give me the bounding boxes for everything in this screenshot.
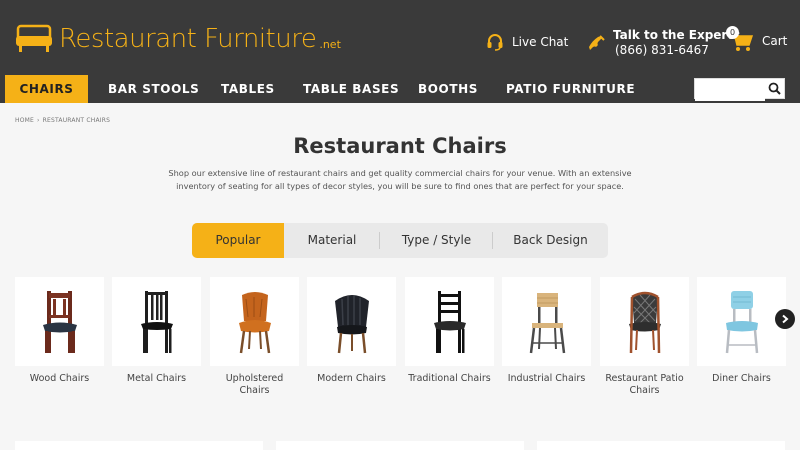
category-label: Upholstered Chairs xyxy=(225,373,284,396)
nav-item-booths[interactable]: BOOTHS xyxy=(418,75,478,103)
phone-icon xyxy=(589,35,605,50)
category-label: Metal Chairs xyxy=(126,373,187,384)
experts-phone[interactable]: (866) 831-6467 xyxy=(615,43,740,58)
category-card-wood-chairs[interactable]: Wood Chairs xyxy=(15,277,104,385)
wood-chair-image xyxy=(15,277,104,366)
category-card-restaurant-patio-chairs[interactable]: Restaurant Patio Chairs xyxy=(600,277,689,397)
category-card-traditional-chairs[interactable]: Traditional Chairs xyxy=(405,277,494,385)
search-input[interactable] xyxy=(695,82,765,101)
category-card-upholstered-chairs[interactable]: Upholstered Chairs xyxy=(210,277,299,397)
experts-label: Talk to the Experts xyxy=(613,28,741,42)
category-label: Diner Chairs xyxy=(712,373,771,384)
metal-chair-image xyxy=(112,277,201,366)
category-label: Traditional Chairs xyxy=(408,373,491,384)
nav-item-bar-stools[interactable]: BAR STOOLS xyxy=(108,75,199,103)
chevron-right-icon xyxy=(782,314,789,324)
live-chat-label: Live Chat xyxy=(512,35,569,49)
nav-item-tables[interactable]: TABLES xyxy=(221,75,275,103)
main-nav: CHAIRS BAR STOOLS TABLES TABLE BASES BOO… xyxy=(0,75,800,103)
category-label: Restaurant Patio Chairs xyxy=(605,373,684,396)
cart-label: Cart xyxy=(762,34,788,48)
logo-suffix: .net xyxy=(319,37,341,51)
breadcrumb-home[interactable]: HOME xyxy=(15,117,34,124)
logo-text: Restaurant Furniture xyxy=(59,24,317,54)
diner-chair-image xyxy=(697,277,786,366)
booth-logo-icon xyxy=(16,24,52,52)
industrial-chair-image xyxy=(502,277,591,366)
page-intro: Shop our extensive line of restaurant ch… xyxy=(168,168,632,191)
breadcrumb-separator: › xyxy=(37,117,40,124)
site-logo[interactable]: Restaurant Furniture .net xyxy=(15,24,341,54)
nav-item-table-bases[interactable]: TABLE BASES xyxy=(303,75,399,103)
filter-tabs: Popular Material Type / Style Back Desig… xyxy=(192,223,608,258)
category-label: Industrial Chairs xyxy=(507,373,586,384)
carousel-next-button[interactable] xyxy=(775,309,795,329)
cart-count-badge: 0 xyxy=(726,26,739,39)
search-icon[interactable] xyxy=(768,82,781,95)
featured-card[interactable] xyxy=(276,441,524,450)
nav-item-chairs[interactable]: CHAIRS xyxy=(5,75,88,103)
featured-card[interactable] xyxy=(15,441,263,450)
tab-popular-label: Popular xyxy=(215,233,261,247)
tab-type-style-label: Type / Style xyxy=(401,233,472,247)
breadcrumb: HOME › RESTAURANT CHAIRS xyxy=(15,117,113,124)
category-card-modern-chairs[interactable]: Modern Chairs xyxy=(307,277,396,385)
tab-back-design-label: Back Design xyxy=(513,233,588,247)
tab-type-style[interactable]: Type / Style xyxy=(380,223,493,258)
patio-chair-image xyxy=(600,277,689,366)
live-chat-link[interactable]: Live Chat xyxy=(486,33,568,51)
featured-card[interactable] xyxy=(537,441,785,450)
category-label: Wood Chairs xyxy=(29,373,90,384)
page-title: Restaurant Chairs xyxy=(293,134,507,158)
headset-icon xyxy=(487,34,503,51)
tab-material[interactable]: Material xyxy=(284,223,380,258)
tab-material-label: Material xyxy=(307,233,357,247)
search-box xyxy=(694,78,785,101)
category-card-industrial-chairs[interactable]: Industrial Chairs xyxy=(502,277,591,385)
talk-to-experts[interactable]: Talk to the Experts (866) 831-6467 xyxy=(587,28,740,58)
cart-link[interactable]: 0 Cart xyxy=(726,26,788,52)
category-label: Modern Chairs xyxy=(317,373,386,384)
nav-item-patio-furniture[interactable]: PATIO FURNITURE xyxy=(506,75,635,103)
category-card-diner-chairs[interactable]: Diner Chairs xyxy=(697,277,786,385)
upholstered-chair-image xyxy=(210,277,299,366)
tab-popular[interactable]: Popular xyxy=(192,223,284,258)
site-header: Restaurant Furniture .net Live Chat Talk… xyxy=(0,0,800,75)
traditional-chair-image xyxy=(405,277,494,366)
tab-back-design[interactable]: Back Design xyxy=(493,223,608,258)
breadcrumb-current: RESTAURANT CHAIRS xyxy=(42,117,111,124)
category-card-metal-chairs[interactable]: Metal Chairs xyxy=(112,277,201,385)
modern-chair-image xyxy=(307,277,396,366)
